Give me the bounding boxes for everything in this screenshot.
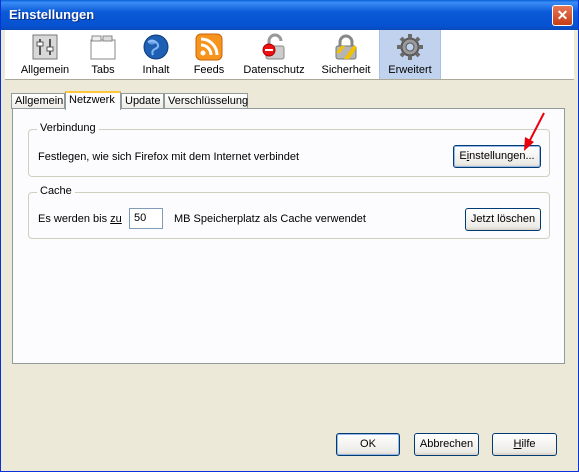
- toolbar-label: Allgemein: [20, 64, 70, 76]
- content-globe-icon: [143, 34, 169, 60]
- toolbar-item-feeds[interactable]: Feeds: [185, 30, 233, 79]
- window-title: Einstellungen: [9, 7, 95, 22]
- connection-legend: Verbindung: [37, 122, 99, 134]
- category-toolbar: Allgemein Tabs Inhalt Feeds Datenschutz …: [5, 30, 574, 80]
- toolbar-item-erweitert[interactable]: Erweitert: [379, 30, 441, 79]
- network-panel: Verbindung Festlegen, wie sich Firefox m…: [12, 108, 565, 364]
- toolbar-label: Feeds: [193, 64, 225, 76]
- general-icon: [32, 34, 58, 60]
- title-bar[interactable]: Einstellungen ✕: [1, 0, 578, 30]
- toolbar-label: Sicherheit: [321, 64, 371, 76]
- tab-allgemein[interactable]: Allgemein: [11, 93, 65, 109]
- gear-icon: [397, 34, 423, 60]
- tab-update[interactable]: Update: [121, 93, 164, 109]
- toolbar-item-sicherheit[interactable]: Sicherheit: [315, 30, 377, 79]
- tabs-icon: [90, 35, 116, 60]
- rss-icon: [195, 33, 223, 61]
- toolbar-label: Tabs: [91, 64, 115, 76]
- cache-group: Cache Es werden bis zu 50 MB Speicherpla…: [28, 185, 550, 239]
- preferences-window: Einstellungen ✕ Allgemein Tabs Inhalt Fe…: [0, 0, 579, 472]
- tab-netzwerk[interactable]: Netzwerk: [65, 91, 121, 110]
- cancel-button[interactable]: Abbrechen: [414, 433, 479, 456]
- privacy-lock-icon: [262, 33, 285, 60]
- ok-button[interactable]: OK: [336, 433, 400, 456]
- close-button[interactable]: ✕: [552, 5, 573, 26]
- connection-group: Verbindung Festlegen, wie sich Firefox m…: [28, 122, 550, 177]
- toolbar-label: Erweitert: [388, 64, 432, 76]
- clear-cache-button[interactable]: Jetzt löschen: [465, 208, 541, 231]
- security-padlock-icon: [335, 34, 357, 60]
- annotation-arrow-icon: [524, 112, 545, 151]
- tab-verschluesselung[interactable]: Verschlüsselung: [164, 93, 248, 109]
- cache-label-suffix: MB Speicherplatz als Cache verwendet: [174, 213, 366, 225]
- cache-legend: Cache: [37, 185, 75, 197]
- toolbar-item-inhalt[interactable]: Inhalt: [129, 30, 183, 79]
- toolbar-item-datenschutz[interactable]: Datenschutz: [235, 30, 313, 79]
- toolbar-label: Datenschutz: [243, 64, 305, 76]
- toolbar-item-tabs[interactable]: Tabs: [79, 30, 127, 79]
- close-icon: ✕: [556, 7, 569, 23]
- toolbar-label: Inhalt: [142, 64, 170, 76]
- connection-description: Festlegen, wie sich Firefox mit dem Inte…: [38, 151, 300, 163]
- toolbar-item-allgemein[interactable]: Allgemein: [13, 30, 77, 79]
- cache-label-prefix: Es werden bis zu: [38, 213, 122, 225]
- help-button[interactable]: Hilfe: [492, 433, 557, 456]
- cache-size-input[interactable]: 50: [129, 208, 163, 229]
